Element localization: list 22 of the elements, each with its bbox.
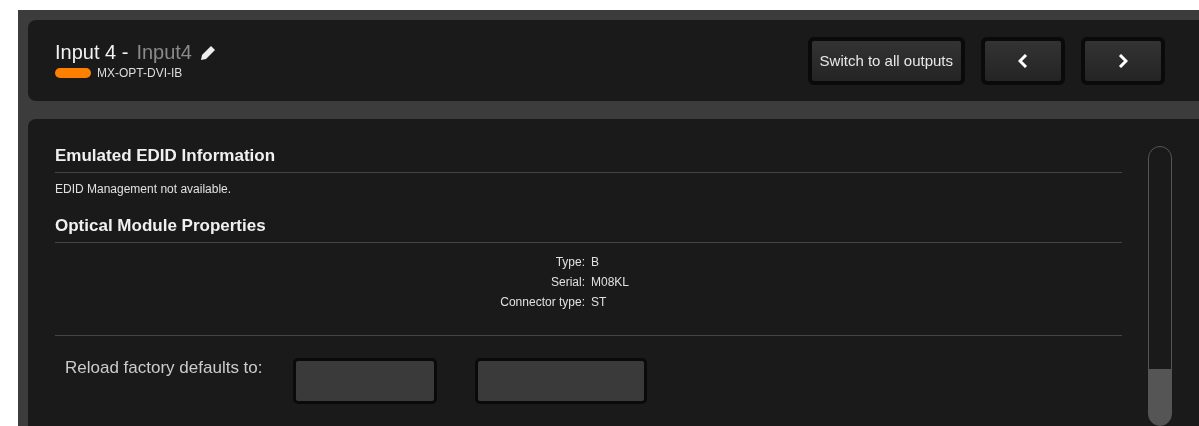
- previous-button[interactable]: [981, 36, 1065, 85]
- switch-all-button[interactable]: Switch to all outputs: [807, 36, 965, 85]
- scrollbar[interactable]: [1148, 146, 1172, 426]
- device-label: MX-OPT-DVI-IB: [97, 66, 183, 80]
- property-label: Serial:: [550, 275, 585, 289]
- reload-label: Reload factory defaults to:: [65, 358, 263, 378]
- input-title: Input 4 -: [55, 41, 129, 64]
- next-button[interactable]: [1081, 36, 1165, 85]
- section-heading: Emulated EDID Information: [55, 146, 1122, 173]
- info-text: EDID Management not available.: [55, 182, 233, 196]
- property-value: M08KL: [591, 275, 631, 289]
- property-value: B: [591, 255, 600, 269]
- reload-button[interactable]: [292, 358, 437, 404]
- section-heading: Optical Module Properties: [55, 216, 1122, 243]
- property-label: Type:: [554, 255, 585, 269]
- chevron-right-icon: [1118, 53, 1128, 68]
- property-label: Connector type:: [499, 295, 585, 309]
- input-name: Input4: [136, 41, 192, 64]
- chevron-left-icon: [1018, 53, 1028, 68]
- property-value: ST: [591, 295, 608, 309]
- pencil-icon[interactable]: [200, 44, 216, 61]
- reload-button[interactable]: [474, 358, 647, 404]
